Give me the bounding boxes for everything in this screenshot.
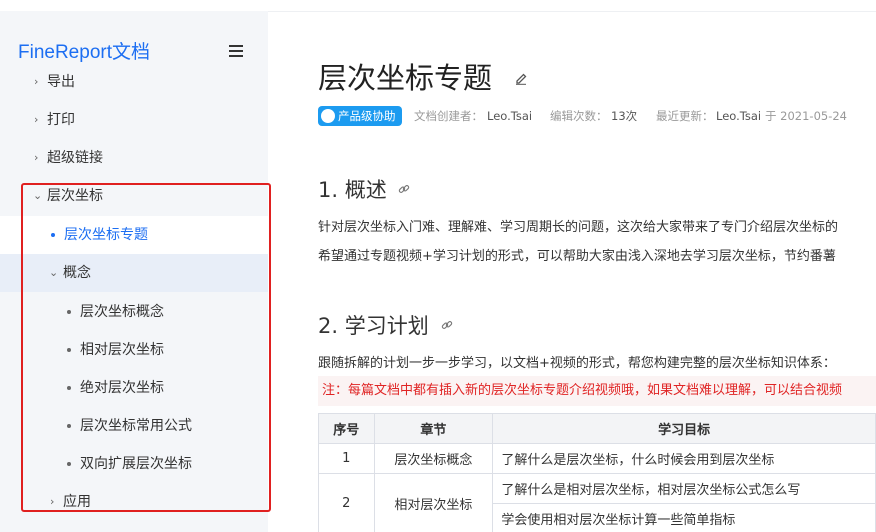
sidebar-item-print[interactable]: › 打印: [0, 101, 268, 139]
bullet-icon: [67, 386, 71, 390]
menu-icon[interactable]: [229, 45, 243, 57]
sidebar: FineReport文档 › 导出 › 打印 › 超级链接 ⌄ 层次坐标 层次坐…: [0, 11, 268, 532]
edits-value: 13次: [611, 109, 638, 123]
note-text: 注：每篇文档中都有插入新的层次坐标专题介绍视频哦，如果文档难以理解，可以结合视频: [322, 383, 843, 398]
sidebar-item-label: 层次坐标: [47, 188, 103, 204]
sidebar-item-label: 双向扩展层次坐标: [80, 456, 192, 472]
col-header-no: 序号: [318, 413, 375, 444]
sidebar-item-bidirectional[interactable]: 双向扩展层次坐标: [0, 445, 268, 483]
brand-logo[interactable]: FineReport文档: [18, 37, 150, 64]
sidebar-item-label: 相对层次坐标: [80, 342, 164, 358]
cell-goal: 了解什么是层次坐标，什么时候会用到层次坐标: [492, 443, 876, 474]
sidebar-item-label: 层次坐标专题: [64, 227, 148, 243]
sidebar-item-label: 概念: [63, 265, 91, 281]
cell-goal: 了解什么是相对层次坐标，相对层次坐标公式怎么写: [492, 473, 876, 504]
sidebar-item-topic[interactable]: 层次坐标专题: [0, 216, 268, 254]
product-badge[interactable]: 产品级协助: [318, 106, 402, 126]
note-banner: 注：每篇文档中都有插入新的层次坐标专题介绍视频哦，如果文档难以理解，可以结合视频: [318, 376, 876, 406]
edits-label: 编辑次数：: [550, 109, 608, 123]
sidebar-item-relative[interactable]: 相对层次坐标: [0, 331, 268, 369]
bullet-icon: [67, 462, 71, 466]
sidebar-item-formulas[interactable]: 层次坐标常用公式: [0, 407, 268, 445]
bullet-icon: [51, 233, 55, 237]
chevron-right-icon: ›: [34, 151, 39, 164]
sidebar-item-label: 层次坐标常用公式: [80, 418, 192, 434]
table-row: 1 层次坐标概念 了解什么是层次坐标，什么时候会用到层次坐标: [318, 443, 876, 474]
cube-icon: [321, 109, 335, 123]
sidebar-item-label: 应用: [63, 494, 91, 510]
section-heading-overview: 1. 概述: [318, 178, 387, 202]
sidebar-item-label: 绝对层次坐标: [80, 380, 164, 396]
sidebar-item-absolute[interactable]: 绝对层次坐标: [0, 369, 268, 407]
sidebar-item-label: 导出: [47, 74, 75, 90]
bullet-icon: [67, 348, 71, 352]
table-row: 2 相对层次坐标 了解什么是相对层次坐标，相对层次坐标公式怎么写: [318, 473, 876, 532]
chevron-right-icon: ›: [50, 495, 55, 508]
main-content: 层次坐标专题 产品级协助 文档创建者： Leo.Tsai 编辑次数： 13次 最…: [268, 11, 876, 532]
col-header-chapter: 章节: [373, 413, 494, 444]
table-header-row: 序号 章节 学习目标: [318, 413, 876, 444]
learning-plan-table: 序号 章节 学习目标 1 层次坐标概念 了解什么是层次坐标，什么时候会用到层次坐…: [318, 413, 876, 532]
link-icon[interactable]: [441, 319, 453, 331]
cell-no: 2: [318, 473, 375, 532]
sidebar-item-hyperlink[interactable]: › 超级链接: [0, 139, 268, 177]
bullet-icon: [67, 424, 71, 428]
chevron-right-icon: ›: [34, 113, 39, 126]
sidebar-item-label: 超级链接: [47, 150, 103, 166]
creator-value[interactable]: Leo.Tsai: [487, 106, 532, 126]
updated-by[interactable]: Leo.Tsai: [716, 106, 761, 126]
overview-line-1: 针对层次坐标入门难、理解难、学习周期长的问题，这次给大家带来了专门介绍层次坐标的: [318, 220, 839, 235]
link-icon[interactable]: [398, 183, 410, 195]
cell-chapter: 层次坐标概念: [373, 443, 494, 474]
col-header-goal: 学习目标: [492, 413, 876, 444]
sidebar-item-hierarchy-coordinates[interactable]: ⌄ 层次坐标: [0, 177, 268, 215]
chevron-down-icon: ⌄: [33, 189, 43, 202]
sidebar-item-export[interactable]: › 导出: [0, 63, 268, 101]
sidebar-item-label: 打印: [47, 112, 75, 128]
section-heading-plan: 2. 学习计划: [318, 314, 429, 338]
updated-date: 于 2021-05-24: [765, 109, 847, 123]
bullet-icon: [67, 310, 71, 314]
sidebar-item-application[interactable]: › 应用: [0, 483, 268, 521]
sidebar-item-label: 层次坐标概念: [80, 304, 164, 320]
overview-line-2: 希望通过专题视频+学习计划的形式，可以帮助大家由浅入深地去学习层次坐标，节约番薯: [318, 249, 836, 264]
chevron-down-icon: ⌄: [49, 266, 59, 279]
sidebar-item-concept-intro[interactable]: 层次坐标概念: [0, 293, 268, 331]
updated-label: 最近更新：: [656, 109, 714, 123]
sidebar-item-concept[interactable]: ⌄ 概念: [0, 254, 268, 292]
cell-no: 1: [318, 443, 375, 474]
cell-goal: 学会使用相对层次坐标计算一些简单指标: [492, 503, 876, 532]
creator-label: 文档创建者：: [414, 109, 483, 123]
page-title: 层次坐标专题: [318, 61, 493, 95]
cell-chapter: 相对层次坐标: [373, 473, 494, 532]
chevron-right-icon: ›: [34, 75, 39, 88]
plan-line-1: 跟随拆解的计划一步一步学习，以文档+视频的形式，帮您构建完整的层次坐标知识体系：: [318, 356, 836, 371]
edit-icon[interactable]: [514, 71, 528, 85]
